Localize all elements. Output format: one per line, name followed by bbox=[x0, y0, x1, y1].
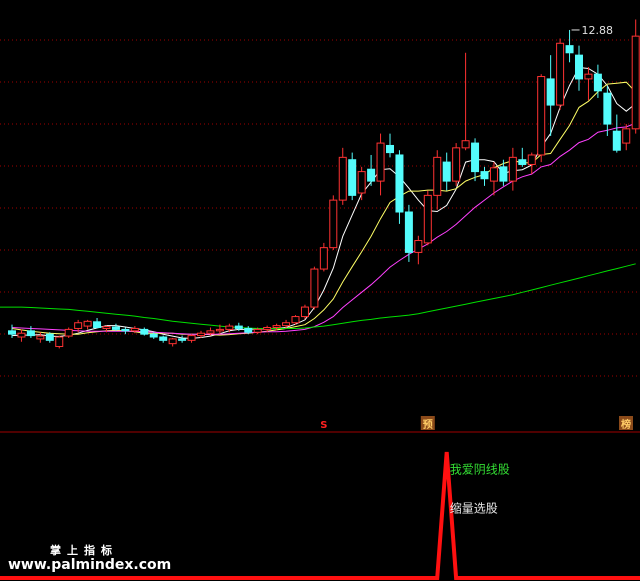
watermark-title: 掌上指标 bbox=[50, 543, 118, 557]
candle-body bbox=[471, 142, 480, 173]
indicator-annotation-2: 缩量选股 bbox=[450, 501, 498, 516]
candle-body bbox=[603, 92, 612, 125]
candle-body bbox=[357, 171, 366, 194]
candle-body bbox=[300, 306, 309, 318]
candle-body bbox=[36, 335, 45, 340]
candle-body bbox=[348, 159, 357, 196]
indicator-annotation-1: 我爱阴线股 bbox=[450, 463, 510, 477]
candle-body bbox=[376, 142, 385, 182]
candle-body bbox=[499, 166, 508, 182]
candle-body bbox=[187, 335, 196, 341]
candle-body bbox=[178, 338, 187, 341]
candle-body bbox=[395, 154, 404, 213]
candle-body bbox=[386, 144, 394, 154]
candlesticks bbox=[8, 19, 640, 349]
candle-body bbox=[93, 321, 102, 329]
signal-label: 榜 bbox=[621, 418, 631, 431]
candle-body bbox=[546, 78, 555, 106]
candle-body bbox=[310, 268, 319, 308]
candle-body bbox=[319, 247, 328, 270]
candle-body bbox=[111, 326, 120, 330]
candle-body bbox=[461, 140, 470, 149]
candle-body bbox=[367, 168, 376, 182]
candle-body bbox=[593, 73, 602, 92]
signal-label: S bbox=[320, 420, 327, 431]
candle-body bbox=[537, 76, 546, 156]
candle-body bbox=[64, 328, 73, 337]
candle-body bbox=[565, 45, 574, 54]
high-price-marker: 12.88 bbox=[571, 24, 614, 37]
stock-chart: 12.88 S 预 榜 我爱阴线股 缩量选股 掌上指标 www.palmindex.… bbox=[0, 19, 640, 580]
candle-body bbox=[45, 333, 54, 341]
candle-body bbox=[130, 327, 139, 332]
candle-body bbox=[206, 330, 215, 334]
candle-body bbox=[244, 327, 253, 333]
candle-body bbox=[404, 211, 413, 253]
candle-body bbox=[234, 325, 243, 329]
watermark-url: www.palmindex.com bbox=[8, 557, 171, 573]
candle-body bbox=[480, 171, 489, 180]
candle-body bbox=[149, 333, 158, 338]
candle-body bbox=[253, 328, 262, 333]
candle-body bbox=[622, 128, 631, 144]
candle-body bbox=[575, 54, 583, 80]
candle-body bbox=[452, 147, 461, 182]
candle-body bbox=[584, 73, 593, 80]
candle-body bbox=[338, 156, 347, 201]
candle-body bbox=[197, 332, 205, 337]
candle-body bbox=[83, 320, 92, 327]
candle-body bbox=[121, 328, 130, 332]
candle-body bbox=[74, 322, 83, 329]
candle-body bbox=[291, 316, 300, 324]
candle-body bbox=[518, 159, 527, 165]
candle-body bbox=[140, 328, 149, 335]
candle-body bbox=[225, 325, 234, 330]
candle-body bbox=[215, 328, 224, 332]
candle-body bbox=[433, 156, 442, 196]
high-price-label: 12.88 bbox=[582, 24, 614, 37]
candle-body bbox=[55, 336, 64, 348]
candle-body bbox=[102, 326, 111, 329]
candle-body bbox=[414, 240, 423, 253]
candle-body bbox=[631, 35, 640, 130]
candle-body bbox=[159, 336, 168, 341]
candle-body bbox=[168, 338, 177, 345]
candle-body bbox=[282, 322, 291, 327]
candle-body bbox=[527, 154, 536, 165]
signal-label: 预 bbox=[423, 419, 433, 431]
candle-body bbox=[263, 327, 272, 330]
candle-body bbox=[272, 325, 281, 329]
candle-body bbox=[508, 156, 517, 182]
candle-body bbox=[489, 167, 498, 182]
signal-markers: S预榜 bbox=[320, 416, 633, 431]
candle-body bbox=[556, 42, 565, 106]
candle-body bbox=[423, 194, 432, 244]
candle-body bbox=[329, 199, 338, 249]
candle-body bbox=[442, 161, 451, 182]
candle-body bbox=[26, 330, 35, 337]
candle-body bbox=[612, 130, 621, 151]
candle-body bbox=[17, 332, 26, 338]
candle-body bbox=[8, 330, 16, 335]
